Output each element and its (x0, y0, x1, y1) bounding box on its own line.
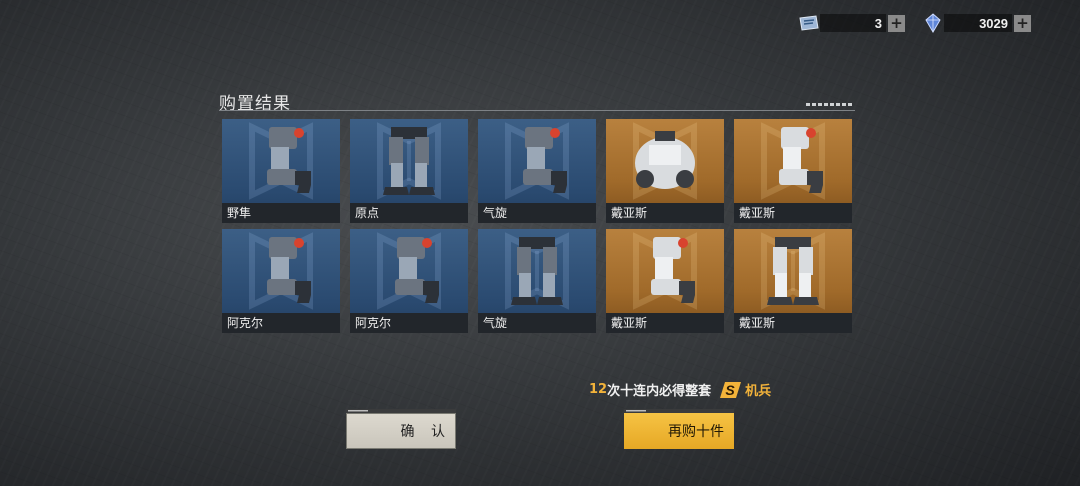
result-card-label: 阿克尔 (222, 313, 340, 333)
mech-part-image (625, 233, 705, 311)
crystal-icon (922, 13, 944, 33)
result-card-label: 原点 (350, 203, 468, 223)
mech-part-image (369, 233, 449, 311)
currency-crystal-value: 3029 (944, 14, 1012, 32)
promo-middle: 次十连内必得整套 (607, 384, 712, 399)
mech-part-image (369, 123, 449, 201)
title-divider (219, 110, 855, 111)
result-card[interactable]: 戴亚斯 (606, 119, 724, 223)
result-card[interactable]: 阿克尔 (350, 229, 468, 333)
result-grid: 野隼 原点 气旋 戴亚斯 戴亚斯 阿克尔 阿克尔 气旋 戴亚斯 戴亚斯 (222, 119, 854, 335)
result-card-label: 戴亚斯 (606, 203, 724, 223)
mech-part-image (625, 123, 705, 201)
result-card[interactable]: 气旋 (478, 229, 596, 333)
result-card-label: 气旋 (478, 203, 596, 223)
result-card[interactable]: 气旋 (478, 119, 596, 223)
add-crystal-button[interactable]: + (1014, 14, 1031, 32)
result-card[interactable]: 原点 (350, 119, 468, 223)
confirm-button[interactable]: 确 认 (346, 409, 456, 449)
result-card[interactable]: 阿克尔 (222, 229, 340, 333)
mech-part-image (497, 123, 577, 201)
promo-text: 12 次十连内必得整套 S 机兵 (589, 380, 771, 399)
result-card-label: 戴亚斯 (606, 313, 724, 333)
currency-crystal: 3029 + (922, 10, 1031, 36)
currency-ticket-value: 3 (820, 14, 886, 32)
s-rank-letter: S (725, 382, 735, 398)
result-card-label: 戴亚斯 (734, 313, 852, 333)
buy-again-button[interactable]: 再购十件 (624, 409, 734, 449)
result-card[interactable]: 戴亚斯 (734, 229, 852, 333)
result-card[interactable]: 戴亚斯 (606, 229, 724, 333)
promo-suffix: 机兵 (745, 384, 772, 399)
title-decoration (806, 103, 854, 106)
result-card-label: 野隼 (222, 203, 340, 223)
add-ticket-button[interactable]: + (888, 14, 905, 32)
result-card-label: 阿克尔 (350, 313, 468, 333)
mech-part-image (753, 233, 833, 311)
confirm-button-label: 确 认 (346, 413, 456, 449)
promo-number: 12 (589, 382, 608, 397)
ticket-icon (798, 14, 820, 32)
result-card[interactable]: 戴亚斯 (734, 119, 852, 223)
buy-again-button-label: 再购十件 (624, 413, 734, 449)
currency-ticket: 3 + (798, 10, 905, 36)
mech-part-image (241, 233, 321, 311)
result-card[interactable]: 野隼 (222, 119, 340, 223)
result-card-label: 戴亚斯 (734, 203, 852, 223)
s-rank-icon: S (716, 381, 742, 399)
mech-part-image (241, 123, 321, 201)
mech-part-image (753, 123, 833, 201)
result-card-label: 气旋 (478, 313, 596, 333)
mech-part-image (497, 233, 577, 311)
